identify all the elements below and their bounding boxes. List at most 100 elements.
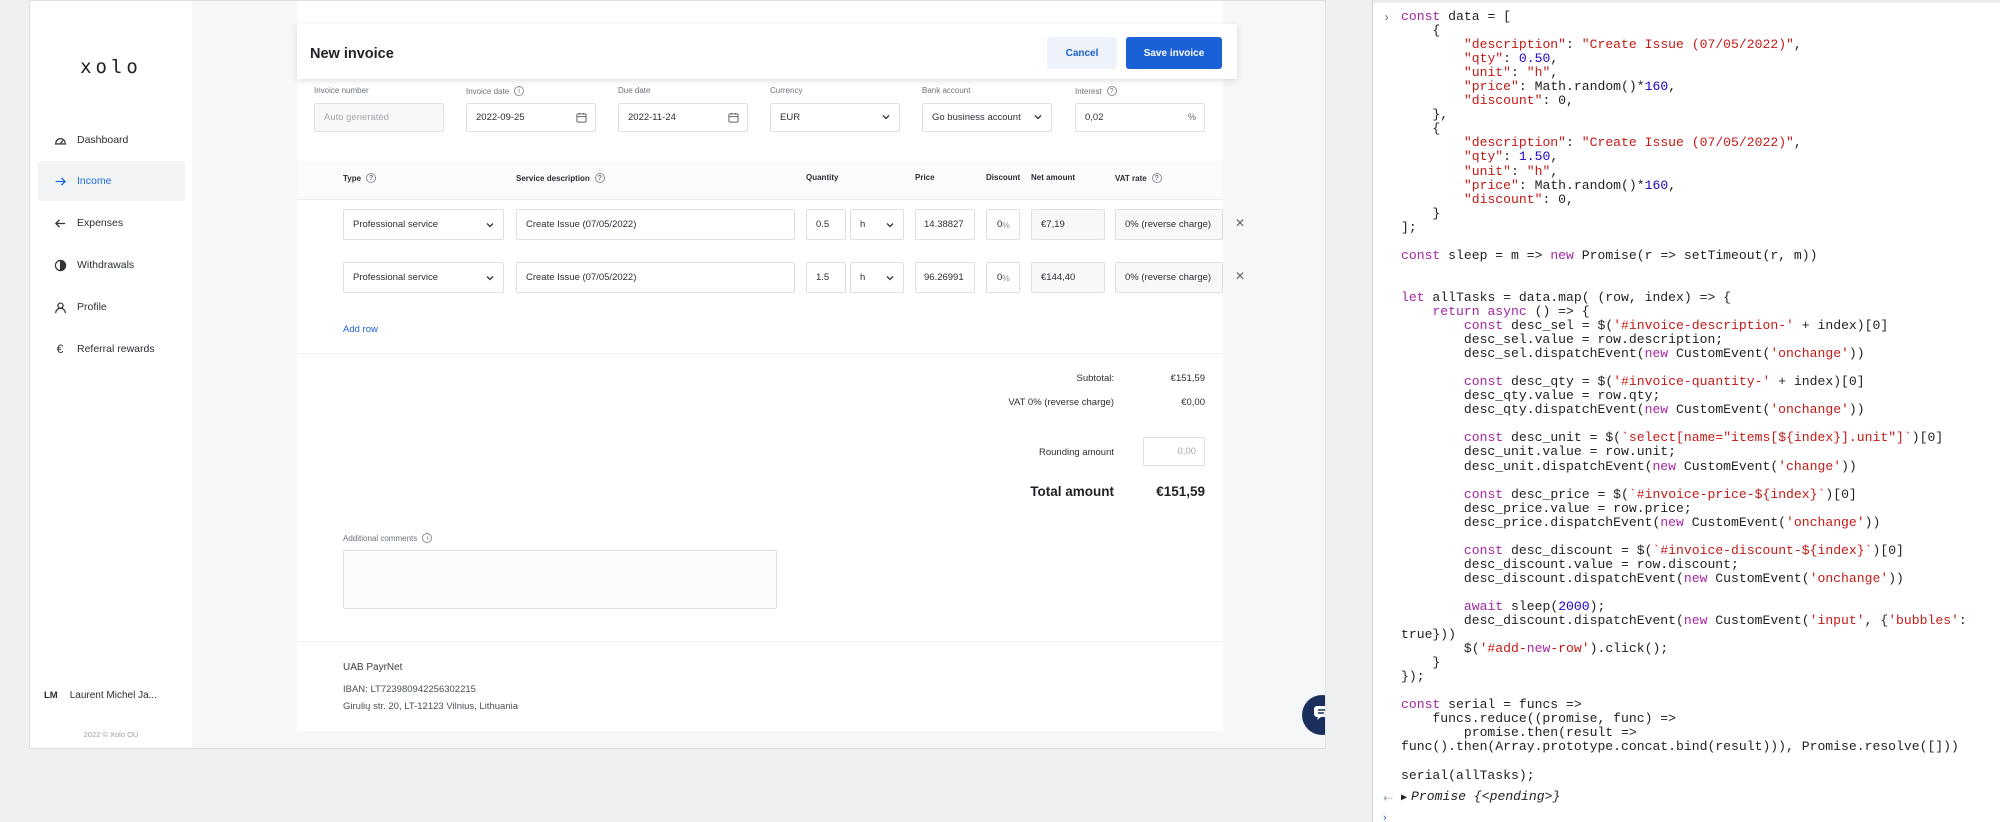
- row-1-price-input[interactable]: 14.38827: [915, 209, 975, 240]
- remove-row-icon[interactable]: ✕: [1235, 216, 1245, 230]
- sidebar-item-dashboard[interactable]: Dashboard: [38, 120, 185, 160]
- interest-label: Interest?: [1075, 86, 1117, 96]
- chat-icon: [1313, 705, 1325, 726]
- chevron-right-icon: ›: [1383, 11, 1391, 25]
- row-2-price-input[interactable]: 96.26991: [915, 262, 975, 293]
- invoice-number-field[interactable]: Auto generated: [314, 103, 444, 132]
- console-code-line: func().then(Array.prototype.concat.bind(…: [1401, 739, 1959, 755]
- row-1-discount-input[interactable]: 0%: [986, 209, 1020, 240]
- chevron-down-icon: [881, 112, 891, 124]
- row-1-vat-rate[interactable]: 0% (reverse charge): [1115, 209, 1223, 240]
- console-code-line: "discount": 0,: [1463, 93, 1574, 109]
- console-code-line: desc_discount.dispatchEvent(new CustomEv…: [1401, 613, 1967, 629]
- chevron-down-icon: [485, 273, 495, 285]
- console-code-line: });: [1401, 669, 1425, 685]
- console-code-line: serial(allTasks);: [1401, 767, 1535, 783]
- cancel-button[interactable]: Cancel: [1047, 37, 1117, 69]
- help-circle-icon[interactable]: ?: [366, 173, 377, 183]
- console-code-line: const desc_price = $(`#invoice-price-${i…: [1463, 486, 1857, 502]
- iban: IBAN: LT723980942256302215: [343, 684, 476, 695]
- row-2-vat-rate[interactable]: 0% (reverse charge): [1115, 262, 1223, 293]
- sidebar-item-label: Withdrawals: [77, 259, 135, 271]
- sidebar-item-expenses[interactable]: Expenses: [38, 203, 185, 243]
- vat-label: VAT 0% (reverse charge): [1008, 397, 1114, 408]
- console-code-line: ];: [1401, 219, 1417, 235]
- console-code-line: return async () => {: [1432, 303, 1590, 319]
- due-date-label: Due date: [618, 86, 651, 95]
- sidebar-item-income[interactable]: Income: [38, 161, 185, 201]
- col-header-net-amount: Net amount: [1031, 173, 1075, 182]
- console-code-line: promise.then(result =>: [1401, 725, 1637, 741]
- row-2-type-select[interactable]: Professional service: [343, 262, 504, 293]
- console-code-line: true})): [1401, 627, 1457, 643]
- invoice-date-field[interactable]: 2022-09-25: [466, 103, 596, 132]
- additional-comments-textarea[interactable]: [343, 550, 777, 609]
- console-result[interactable]: ▶ Promise {<pending>}: [1401, 789, 1560, 804]
- dashboard-gauge-icon: [53, 133, 67, 147]
- due-date-field[interactable]: 2022-11-24: [618, 103, 748, 132]
- copyright: 2022 © Xolo OÜ: [83, 730, 139, 739]
- calendar-icon[interactable]: [728, 112, 739, 125]
- chat-button[interactable]: [1302, 695, 1325, 735]
- console-code-line: }: [1401, 205, 1441, 221]
- console-input-prompt[interactable]: ›: [1383, 812, 1387, 822]
- subtotal-label: Subtotal:: [1076, 373, 1115, 384]
- sidebar-item-profile[interactable]: Profile: [38, 287, 185, 327]
- withdrawals-icon: [53, 258, 67, 272]
- comments-label: Additional comments i: [343, 533, 433, 543]
- invoice-app-window: xolo Dashboard Income Expenses Withdrawa…: [29, 0, 1326, 749]
- arrow-left-icon: [53, 216, 67, 230]
- save-invoice-button[interactable]: Save invoice: [1126, 37, 1222, 69]
- row-2-quantity-input[interactable]: 1.5: [806, 262, 846, 293]
- currency-label: Currency: [770, 86, 803, 95]
- calendar-icon[interactable]: [576, 112, 587, 125]
- bank-account-label: Bank account: [922, 86, 971, 95]
- col-header-vat-rate: VAT rate?: [1115, 173, 1162, 183]
- sidebar-item-label: Referral rewards: [77, 343, 155, 355]
- row-1-unit-select[interactable]: h: [850, 209, 904, 240]
- return-arrow-icon: ⇠: [1383, 791, 1394, 805]
- rounding-amount-input[interactable]: 0,00: [1143, 437, 1205, 466]
- avatar: LM: [44, 690, 58, 701]
- xolo-logo[interactable]: xolo: [30, 56, 192, 78]
- console-code-line: const data = [: [1401, 9, 1512, 24]
- divider: [297, 199, 1223, 200]
- console-code-line: }: [1401, 655, 1441, 671]
- console-code-line: desc_discount.value = row.discount;: [1401, 556, 1739, 572]
- help-circle-icon[interactable]: ?: [1106, 86, 1117, 96]
- console-code-line: await sleep(2000);: [1463, 598, 1606, 614]
- row-2-unit-select[interactable]: h: [850, 262, 904, 293]
- bank-account-select[interactable]: Go business account: [922, 103, 1052, 132]
- user-profile-menu[interactable]: LM Laurent Michel Ja...: [44, 690, 157, 701]
- console-code-line: desc_qty.value = row.qty;: [1401, 388, 1661, 404]
- help-circle-icon[interactable]: ?: [594, 173, 605, 183]
- remove-row-icon[interactable]: ✕: [1235, 269, 1245, 283]
- sidebar-item-withdrawals[interactable]: Withdrawals: [38, 245, 185, 285]
- row-2-description-input[interactable]: Create Issue (07/05/2022): [516, 262, 795, 293]
- chevron-down-icon: [885, 220, 895, 232]
- console-code-line: },: [1401, 107, 1449, 123]
- info-icon[interactable]: i: [422, 533, 433, 543]
- console-code-line: "unit": "h",: [1463, 163, 1559, 179]
- row-1-type-select[interactable]: Professional service: [343, 209, 504, 240]
- add-row-link[interactable]: Add row: [343, 324, 378, 335]
- percent-unit: %: [1187, 112, 1196, 122]
- col-header-description: Service description?: [516, 173, 605, 183]
- sidebar-item-label: Dashboard: [77, 134, 129, 146]
- interest-field[interactable]: 0,02 %: [1075, 103, 1205, 132]
- console-code-line: desc_price.dispatchEvent(new CustomEvent…: [1401, 514, 1881, 530]
- expand-triangle-icon[interactable]: ▶: [1401, 793, 1407, 804]
- col-header-price: Price: [915, 173, 935, 182]
- console-code-line: {: [1401, 121, 1441, 137]
- console-code-line: const desc_discount = $(`#invoice-discou…: [1463, 542, 1904, 558]
- currency-select[interactable]: EUR: [770, 103, 900, 132]
- row-1-description-input[interactable]: Create Issue (07/05/2022): [516, 209, 795, 240]
- info-icon[interactable]: i: [514, 86, 525, 96]
- row-2-discount-input[interactable]: 0%: [986, 262, 1020, 293]
- console-code-line: "qty": 0.50,: [1463, 51, 1559, 67]
- row-1-quantity-input[interactable]: 0.5: [806, 209, 846, 240]
- invoice-date-label: Invoice date i: [466, 86, 525, 96]
- help-circle-icon[interactable]: ?: [1151, 173, 1162, 183]
- sidebar-item-referral-rewards[interactable]: € Referral rewards: [38, 329, 185, 369]
- console-code[interactable]: const data = [ { "description": "Create …: [1401, 9, 1967, 783]
